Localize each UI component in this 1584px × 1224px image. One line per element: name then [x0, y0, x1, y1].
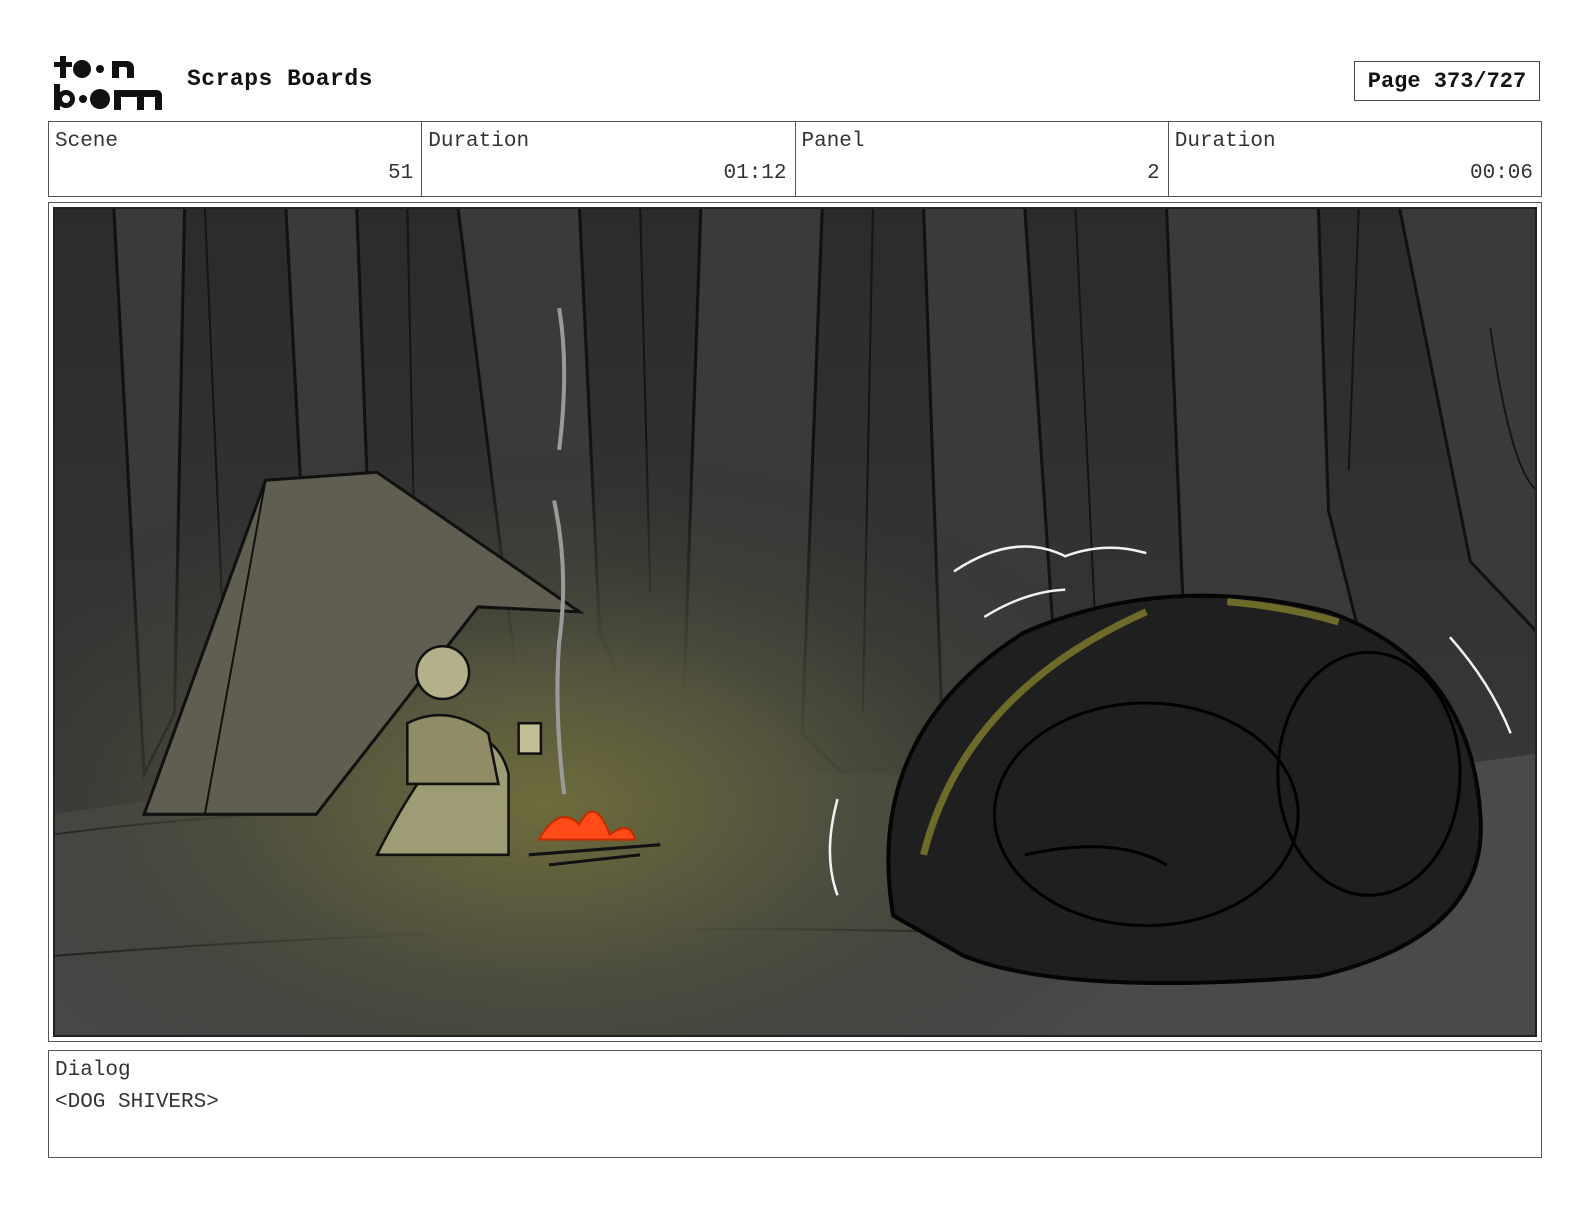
- dialog-box: Dialog <DOG SHIVERS>: [48, 1050, 1542, 1158]
- forest-campfire-sketch: [53, 207, 1537, 1037]
- scene-duration-cell: Duration 01:12: [422, 122, 796, 196]
- dialog-text: <DOG SHIVERS>: [55, 1091, 219, 1114]
- panel-value: 2: [1147, 162, 1160, 185]
- storyboard-panel-frame: [48, 202, 1542, 1042]
- scene-cell: Scene 51: [49, 122, 423, 196]
- board-title: Scraps Boards: [187, 66, 373, 92]
- page-indicator: Page 373/727: [1354, 61, 1540, 101]
- scene-label: Scene: [55, 130, 119, 153]
- scene-value: 51: [388, 162, 414, 185]
- storyboard-panel-image: [53, 207, 1537, 1037]
- scene-duration-label: Duration: [428, 130, 530, 153]
- dialog-label: Dialog: [55, 1059, 131, 1082]
- panel-label: Panel: [801, 130, 865, 153]
- panel-info-row: Scene 51 Duration 01:12 Panel 2 Duration…: [48, 121, 1542, 197]
- panel-duration-cell: Duration 00:06: [1169, 122, 1541, 196]
- scene-duration-value: 01:12: [723, 162, 787, 185]
- panel-duration-label: Duration: [1174, 130, 1276, 153]
- panel-duration-value: 00:06: [1469, 162, 1533, 185]
- panel-cell: Panel 2: [796, 122, 1169, 196]
- toon-boom-logo: [54, 56, 162, 110]
